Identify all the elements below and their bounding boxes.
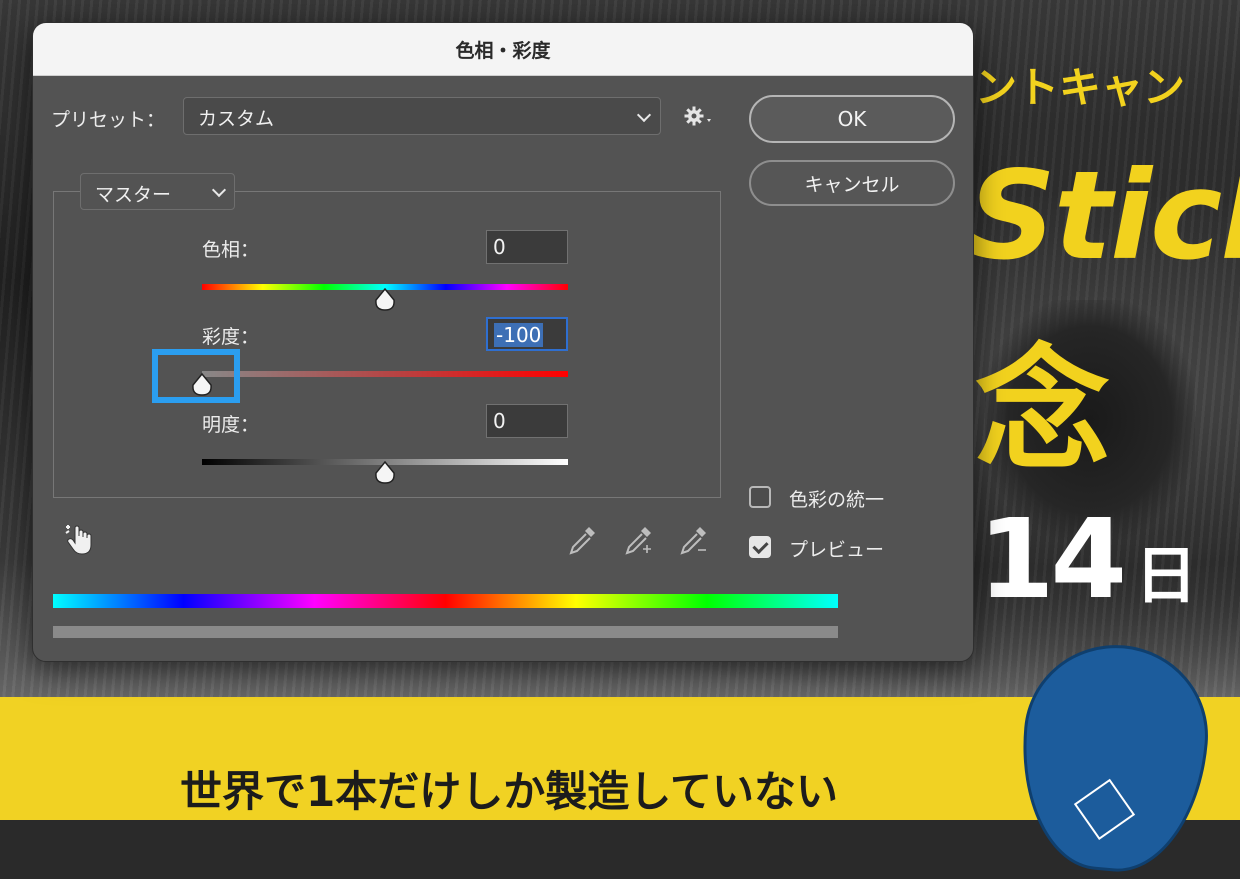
saturation-slider-track[interactable] (202, 371, 568, 377)
lightness-label: 明度： (202, 414, 260, 436)
snowboard-logo-icon (1073, 778, 1136, 841)
preset-dropdown[interactable]: カスタム (183, 97, 661, 135)
preview-checkbox[interactable] (749, 536, 771, 558)
saturation-input[interactable]: -100 (486, 317, 568, 351)
input-color-spectrum-bar (53, 594, 838, 608)
background-date-number: 14 (978, 495, 1127, 623)
background-date-unit: 日 (1135, 539, 1198, 612)
eyedropper-plus-icon[interactable] (621, 523, 655, 557)
ok-button[interactable]: OK (749, 95, 955, 143)
background-tagline: 世界で1本だけしか製造していない (180, 767, 838, 816)
hue-slider-thumb[interactable] (374, 288, 396, 312)
saturation-value: -100 (494, 323, 544, 347)
chevron-down-icon (636, 107, 652, 123)
background-date: 14 日 (978, 495, 1197, 623)
dialog-title: 色相・彩度 (33, 23, 973, 76)
hue-input[interactable]: 0 (486, 230, 568, 264)
channel-dropdown[interactable]: マスター (80, 173, 235, 210)
background-kanji-text: 念 (975, 332, 1110, 489)
hue-saturation-dialog: 色相・彩度 プリセット： カスタム OK キャンセル マスター 色相： 0 彩度… (32, 22, 974, 662)
hue-label: 色相： (202, 239, 260, 261)
background-stick-text: Stick (968, 145, 1240, 287)
background-campaign-text: ントキャン (975, 63, 1186, 112)
gear-icon[interactable] (683, 105, 717, 129)
saturation-label: 彩度： (202, 326, 260, 348)
lightness-slider-thumb[interactable] (374, 461, 396, 485)
colorize-label: 色彩の統一 (789, 489, 885, 511)
preview-label: プレビュー (789, 539, 885, 561)
preset-label: プリセット： (51, 109, 166, 131)
eyedropper-minus-icon[interactable] (676, 523, 710, 557)
adjustment-group-frame (53, 191, 721, 498)
preset-value: カスタム (198, 108, 275, 130)
colorize-checkbox[interactable] (749, 486, 771, 508)
cancel-button[interactable]: キャンセル (749, 160, 955, 206)
channel-value: マスター (95, 184, 172, 206)
eyedropper-icon[interactable] (565, 523, 599, 557)
saturation-thumb-highlight (152, 349, 240, 403)
targeted-adjustment-hand-icon[interactable] (63, 523, 95, 557)
chevron-down-icon (211, 182, 227, 198)
output-color-spectrum-bar (53, 626, 838, 638)
lightness-input[interactable]: 0 (486, 404, 568, 438)
